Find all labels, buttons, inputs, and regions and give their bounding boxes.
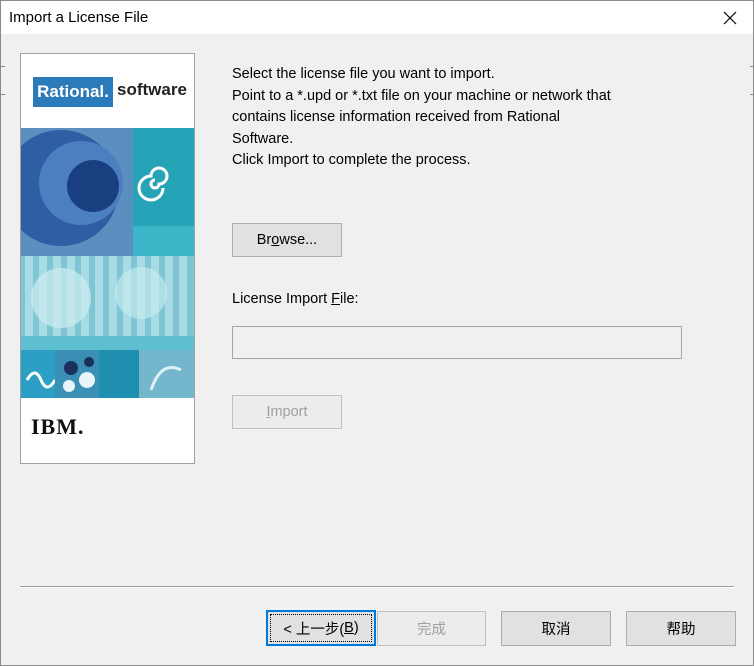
import-button[interactable]: Import	[232, 395, 342, 429]
edge-mark	[1, 94, 5, 95]
rational-banner: Rational. software IBM.	[20, 53, 195, 464]
instruction-line: contains license information received fr…	[232, 109, 561, 125]
import-license-dialog: Import a License File Rational. software	[0, 0, 754, 666]
footer-divider-highlight	[20, 587, 734, 588]
focus-ring	[270, 614, 372, 642]
instructions-text: Select the license file you want to impo…	[232, 64, 692, 172]
browse-label-post: wse...	[279, 232, 318, 248]
help-button[interactable]: 帮助	[626, 611, 736, 646]
software-logo-text: software	[117, 80, 187, 99]
edge-mark	[750, 66, 753, 67]
rational-logo: Rational.	[33, 77, 113, 107]
import-label-post: mport	[270, 404, 308, 420]
close-button[interactable]	[707, 1, 753, 34]
ibm-logo: IBM.	[31, 414, 85, 439]
back-button[interactable]: < 上一步(B)	[266, 610, 376, 646]
close-icon	[723, 11, 737, 24]
instruction-line: Point to a *.upd or *.txt file on your m…	[232, 87, 611, 104]
license-file-label-pre: License Import	[232, 291, 332, 307]
instruction-line: Select the license file you want to impo…	[232, 66, 495, 82]
license-file-input[interactable]	[232, 326, 682, 359]
instruction-line: Click Import to complete the process.	[232, 152, 471, 168]
title-bar: Import a License File	[1, 1, 753, 34]
finish-button[interactable]: 完成	[377, 611, 486, 646]
cancel-button[interactable]: 取消	[501, 611, 611, 646]
license-file-label-post: ile:	[340, 291, 359, 307]
instruction-line: Software.	[232, 130, 294, 147]
edge-mark	[750, 94, 753, 95]
license-file-label-mnemonic: F	[331, 291, 340, 307]
edge-mark	[1, 66, 5, 67]
browse-label-pre: Br	[256, 232, 272, 248]
decorative-collage-image	[21, 128, 194, 398]
license-file-label: License Import File:	[232, 291, 359, 307]
window-title: Import a License File	[9, 9, 149, 26]
browse-button[interactable]: Br o wse...	[232, 223, 342, 257]
